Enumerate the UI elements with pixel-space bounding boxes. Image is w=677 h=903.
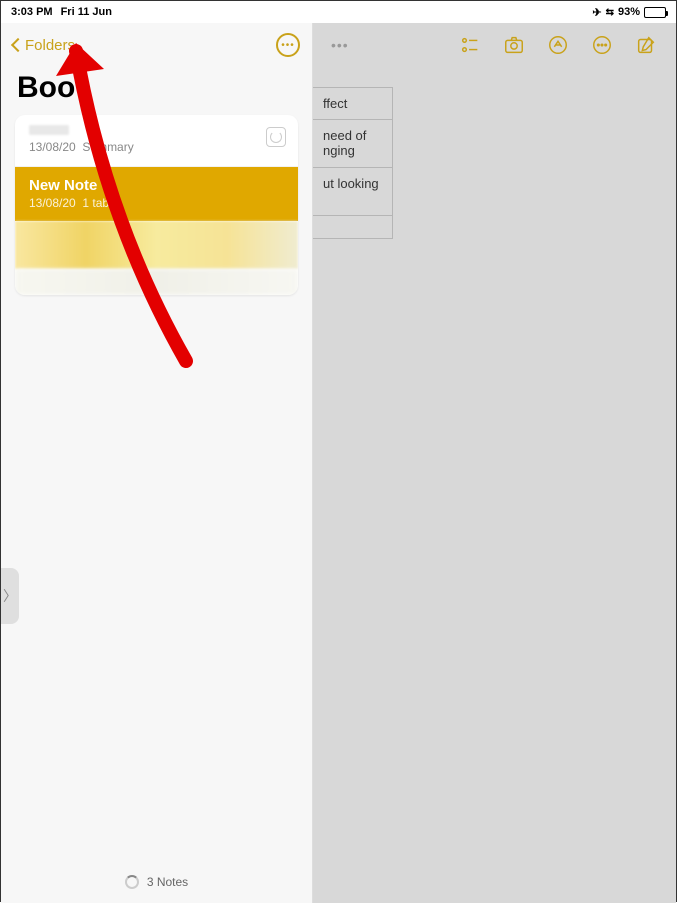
table-cell[interactable]: ffect — [313, 88, 392, 120]
table-cell[interactable] — [313, 216, 392, 238]
note-item-selected[interactable]: New Note 13/08/20 1 table — [15, 167, 298, 221]
note-table[interactable]: ffect need of nging ut looking — [313, 87, 393, 239]
wifi-icon: ⇆ — [606, 7, 614, 18]
table-cell[interactable]: need of nging — [313, 120, 392, 168]
note-date: 13/08/20 — [29, 140, 76, 154]
checklist-icon[interactable] — [458, 33, 482, 57]
notes-sidebar: Folders ••• Boo 13/08/20 Summary New Not… — [1, 23, 313, 903]
note-summary: 1 table — [82, 196, 118, 210]
compose-icon[interactable] — [634, 33, 658, 57]
redacted-note — [15, 269, 298, 295]
note-date: 13/08/20 — [29, 196, 76, 210]
status-time: 3:03 PM — [11, 6, 53, 18]
airplane-icon: ✈ — [592, 6, 601, 19]
note-summary: Summary — [82, 140, 133, 154]
note-title: New Note — [29, 177, 284, 194]
note-item[interactable]: 13/08/20 Summary — [15, 115, 298, 167]
multitask-grip[interactable]: 〉 — [1, 568, 19, 624]
drag-handle-icon[interactable]: ••• — [331, 37, 349, 53]
folder-title: Boo — [1, 67, 312, 115]
sync-icon — [266, 127, 286, 147]
redacted-title — [29, 125, 69, 135]
battery-icon — [644, 7, 666, 18]
redacted-note — [15, 221, 298, 269]
loading-spinner-icon — [125, 875, 139, 889]
chevron-left-icon — [11, 38, 25, 52]
camera-icon[interactable] — [502, 33, 526, 57]
table-cell[interactable]: ut looking — [313, 168, 392, 216]
note-detail-pane: ••• ffect need of nging ut looking — [313, 23, 676, 903]
more-icon[interactable] — [590, 33, 614, 57]
battery-pct: 93% — [618, 6, 640, 18]
markup-icon[interactable] — [546, 33, 570, 57]
back-label: Folders — [25, 37, 75, 54]
notes-count: 3 Notes — [147, 875, 188, 889]
back-folders-button[interactable]: Folders — [13, 37, 75, 54]
more-options-button[interactable]: ••• — [276, 33, 300, 57]
status-date: Fri 11 Jun — [61, 6, 112, 18]
status-bar: 3:03 PM Fri 11 Jun ✈ ⇆ 93% — [1, 1, 676, 23]
